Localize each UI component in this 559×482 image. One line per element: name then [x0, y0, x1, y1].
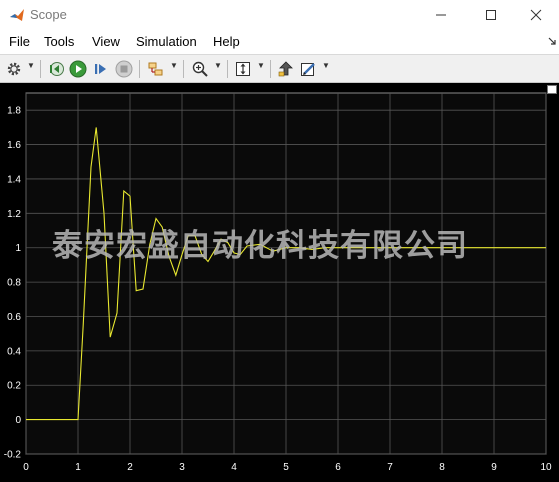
- signal-select-dropdown-icon[interactable]: ▼: [170, 61, 178, 70]
- zoom-button[interactable]: [190, 59, 210, 79]
- x-tick-label: 9: [491, 462, 497, 473]
- x-tick-label: 6: [335, 462, 341, 473]
- maximize-button[interactable]: [468, 0, 514, 30]
- run-icon: [69, 60, 87, 78]
- stop-button[interactable]: [114, 59, 134, 79]
- title-bar: Scope: [0, 0, 559, 30]
- toolbar-separator: [270, 60, 271, 78]
- toolbar-separator: [183, 60, 184, 78]
- toolbar: ▼ ▼ ▼ ▼ ▼: [0, 54, 559, 83]
- matlab-icon: [10, 9, 24, 21]
- y-tick-label: 0: [15, 415, 21, 426]
- menu-tools[interactable]: Tools: [44, 34, 74, 49]
- configuration-button[interactable]: [5, 59, 23, 79]
- step-back-button[interactable]: [46, 59, 66, 79]
- y-tick-label: 0.8: [7, 278, 21, 289]
- scale-axes-button[interactable]: [233, 59, 253, 79]
- highlight-block-button[interactable]: [276, 59, 296, 79]
- close-button[interactable]: [513, 0, 559, 30]
- configuration-dropdown-icon[interactable]: ▼: [27, 61, 35, 70]
- watermark: 泰安宏盛自动化科技有限公司: [52, 228, 468, 264]
- y-tick-label: -0.2: [4, 450, 22, 461]
- window-title: Scope: [30, 7, 67, 22]
- scale-axes-dropdown-icon[interactable]: ▼: [257, 61, 265, 70]
- y-tick-label: 1.6: [7, 140, 21, 151]
- x-tick-label: 7: [387, 462, 393, 473]
- y-tick-label: 0.2: [7, 381, 21, 392]
- x-tick-label: 1: [75, 462, 81, 473]
- step-forward-button[interactable]: [91, 59, 111, 79]
- minimize-icon: [436, 14, 446, 16]
- signal-select-icon: [148, 62, 163, 76]
- x-tick-label: 8: [439, 462, 445, 473]
- run-button[interactable]: [68, 59, 88, 79]
- y-tick-label: 1.8: [7, 106, 21, 117]
- y-tick-label: 1.2: [7, 209, 21, 220]
- y-tick-label: 0.4: [7, 346, 21, 357]
- menu-file[interactable]: File: [9, 34, 30, 49]
- toolbar-separator: [40, 60, 41, 78]
- maximize-icon: [486, 10, 496, 20]
- menu-help[interactable]: Help: [213, 34, 240, 49]
- edit-icon: [301, 63, 315, 76]
- stop-icon: [115, 60, 133, 78]
- scope-plot[interactable]: 0 1 2 3 4 5 6 7 8 9 10-0.200.20.40.60.811.21.41.61…: [0, 83, 559, 482]
- y-tick-label: 0.6: [7, 312, 21, 323]
- step-back-icon: [50, 62, 64, 76]
- x-tick-label: 2: [127, 462, 133, 473]
- menu-view[interactable]: View: [92, 34, 120, 49]
- menu-dock-arrow-icon[interactable]: [547, 36, 557, 46]
- toolbar-separator: [139, 60, 140, 78]
- step-forward-icon: [95, 64, 106, 74]
- x-tick-label: 4: [231, 462, 237, 473]
- highlight-block-icon: [278, 61, 293, 77]
- toolbar-separator: [227, 60, 228, 78]
- x-tick-label: 3: [179, 462, 185, 473]
- menu-simulation[interactable]: Simulation: [136, 34, 197, 49]
- x-tick-label: 10: [540, 462, 552, 473]
- gear-icon: [7, 62, 21, 76]
- menu-bar: File Tools View Simulation Help: [0, 30, 559, 54]
- x-tick-label: 0: [23, 462, 29, 473]
- scale-axes-icon: [236, 62, 250, 76]
- edit-button[interactable]: [298, 59, 318, 79]
- zoom-icon: [192, 61, 208, 77]
- minimize-button[interactable]: [418, 0, 464, 30]
- zoom-dropdown-icon[interactable]: ▼: [214, 61, 222, 70]
- x-tick-label: 5: [283, 462, 289, 473]
- undock-axes-icon[interactable]: [547, 85, 557, 94]
- y-tick-label: 1.4: [7, 174, 21, 185]
- y-tick-label: 1: [15, 243, 21, 254]
- close-icon: [530, 9, 542, 21]
- signal-select-button[interactable]: [146, 59, 166, 79]
- edit-dropdown-icon[interactable]: ▼: [322, 61, 330, 70]
